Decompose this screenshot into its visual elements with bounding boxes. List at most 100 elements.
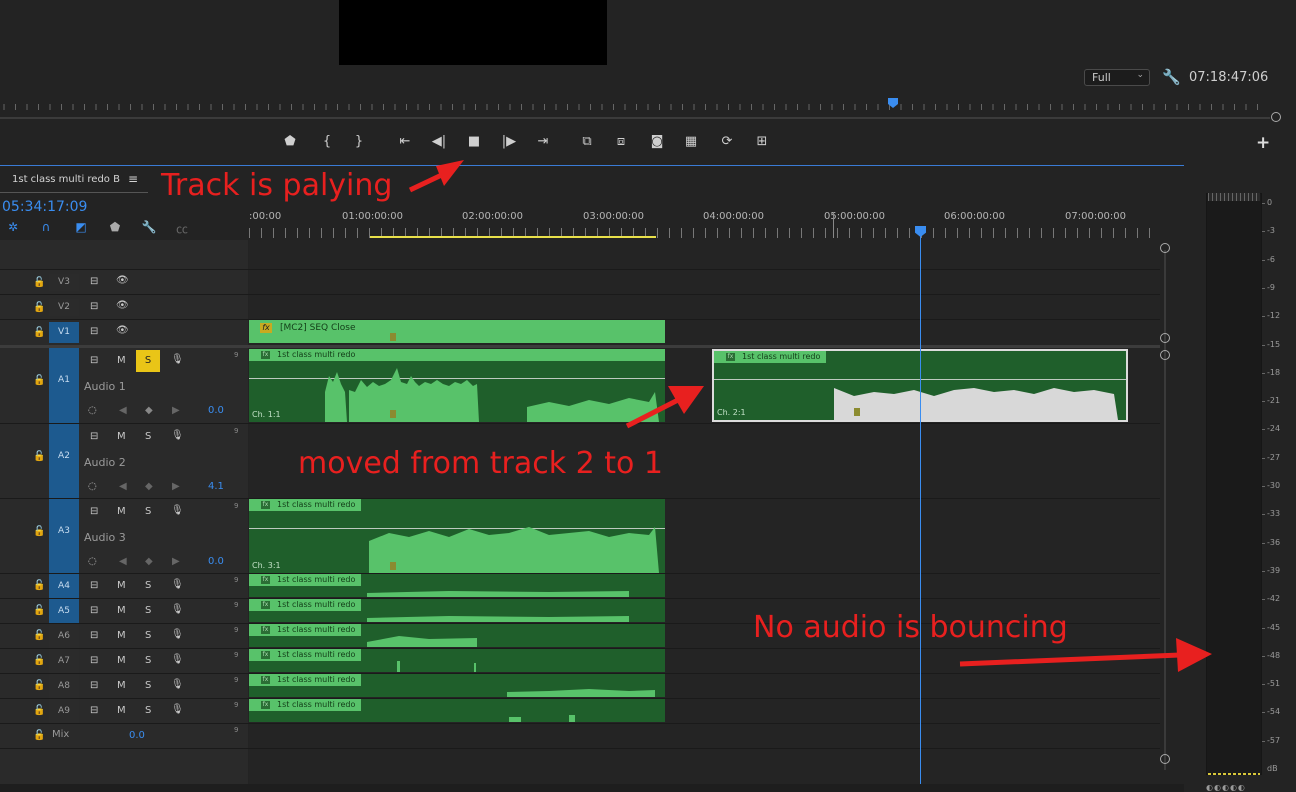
volume-knob-icon[interactable]: ◌ xyxy=(88,481,97,492)
snap-magnet-icon[interactable]: ∩ xyxy=(38,220,54,234)
mute-button[interactable]: M xyxy=(117,506,126,517)
lock-icon[interactable]: 🔓 xyxy=(33,655,45,666)
mute-button[interactable]: M xyxy=(117,630,126,641)
audio-clip-a6[interactable]: 1st class multi redo fx xyxy=(249,624,665,647)
monitor-time-ruler[interactable] xyxy=(0,98,1270,112)
solo-button[interactable]: S xyxy=(145,680,151,691)
microphone-icon[interactable]: 🎙 xyxy=(171,354,184,365)
lock-icon[interactable]: 🔓 xyxy=(33,705,45,716)
captions-icon[interactable]: ㏄ xyxy=(174,220,190,237)
audio-clip-a4[interactable]: 1st class multi redo fx xyxy=(249,574,665,597)
lock-icon[interactable]: 🔓 xyxy=(33,277,45,288)
track-target-a6[interactable]: A6 xyxy=(49,624,79,648)
audio-clip-a1-left[interactable]: 1st class multi redo fx Ch. 1:1 xyxy=(249,349,665,422)
track-target-v1[interactable]: V1 xyxy=(49,322,79,343)
loop-icon[interactable]: ⟳ xyxy=(717,132,737,152)
vertical-scrollbar[interactable] xyxy=(1160,240,1170,785)
linked-selection-icon[interactable]: ◩ xyxy=(73,220,89,234)
track-target-a1[interactable]: A1 xyxy=(49,348,79,423)
work-area-bar[interactable] xyxy=(370,236,656,238)
track-target-a4[interactable]: A4 xyxy=(49,574,79,598)
marker-icon[interactable]: ⬟ xyxy=(280,132,300,152)
stop-icon[interactable]: ■ xyxy=(464,132,484,152)
lock-icon[interactable]: 🔓 xyxy=(33,680,45,691)
microphone-icon[interactable]: 🎙 xyxy=(171,604,184,615)
microphone-icon[interactable]: 🎙 xyxy=(171,505,184,516)
overwrite-icon[interactable]: ⧈ xyxy=(611,132,631,152)
scroll-handle-video-bottom[interactable] xyxy=(1160,333,1170,343)
nest-icon[interactable]: ✲ xyxy=(5,220,21,234)
sync-lock-icon[interactable]: ⊟ xyxy=(90,655,98,666)
lock-icon[interactable]: 🔓 xyxy=(33,630,45,641)
camera-icon[interactable]: ◙ xyxy=(647,132,667,152)
eye-icon[interactable]: 👁 xyxy=(116,275,129,286)
add-button[interactable]: + xyxy=(1256,133,1270,153)
wrench-icon[interactable]: 🔧 xyxy=(141,220,157,234)
keyframe-icon[interactable]: ◆ xyxy=(145,481,153,492)
safe-margins-icon[interactable]: ⊞ xyxy=(752,132,772,152)
lock-icon[interactable]: 🔓 xyxy=(33,730,45,741)
mute-button[interactable]: M xyxy=(117,680,126,691)
microphone-icon[interactable]: 🎙 xyxy=(171,579,184,590)
audio-clip-a5[interactable]: 1st class multi redo fx xyxy=(249,599,665,622)
audio-clip-a3[interactable]: 1st class multi redo fx Ch. 3:1 xyxy=(249,499,665,573)
track-target-a2[interactable]: A2 xyxy=(49,424,79,498)
lock-icon[interactable]: 🔓 xyxy=(33,580,45,591)
audio-clip-a8[interactable]: 1st class multi redo fx xyxy=(249,674,665,697)
step-back-icon[interactable]: ◀| xyxy=(429,132,449,152)
volume-value[interactable]: 0.0 xyxy=(208,556,224,567)
eye-icon[interactable]: 👁 xyxy=(116,325,129,336)
track-target-a9[interactable]: A9 xyxy=(49,699,79,723)
solo-button[interactable]: S xyxy=(145,705,151,716)
zoom-level-select[interactable]: Full ⌄ xyxy=(1084,69,1150,86)
solo-button[interactable]: S xyxy=(136,350,160,372)
meter-solo-buttons[interactable]: ◐◐◐◐◐ xyxy=(1206,783,1256,792)
sync-lock-icon[interactable]: ⊟ xyxy=(90,580,98,591)
track-target-a5[interactable]: A5 xyxy=(49,599,79,623)
monitor-zoom-handle[interactable] xyxy=(1271,112,1281,122)
step-forward-icon[interactable]: |▶ xyxy=(499,132,519,152)
microphone-icon[interactable]: 🎙 xyxy=(171,430,184,441)
scroll-handle-audio-top[interactable] xyxy=(1160,350,1170,360)
microphone-icon[interactable]: 🎙 xyxy=(171,654,184,665)
keyframe-icon[interactable]: ◆ xyxy=(145,405,153,416)
volume-knob-icon[interactable]: ◌ xyxy=(88,556,97,567)
track-target-a8[interactable]: A8 xyxy=(49,674,79,698)
go-to-out-icon[interactable]: ⇥ xyxy=(533,132,553,152)
mix-value[interactable]: 0.0 xyxy=(129,730,145,741)
volume-value[interactable]: 0.0 xyxy=(208,405,224,416)
microphone-icon[interactable]: 🎙 xyxy=(171,679,184,690)
track-target-v2[interactable]: V2 xyxy=(49,299,79,316)
in-point-icon[interactable]: { xyxy=(317,132,337,152)
sync-lock-icon[interactable]: ⊟ xyxy=(90,506,98,517)
sync-lock-icon[interactable]: ⊟ xyxy=(90,326,98,337)
sync-lock-icon[interactable]: ⊟ xyxy=(90,705,98,716)
track-target-v3[interactable]: V3 xyxy=(49,274,79,291)
video-clip[interactable]: fx [MC2] SEQ Close xyxy=(249,320,665,343)
mute-button[interactable]: M xyxy=(117,580,126,591)
lock-icon[interactable]: 🔓 xyxy=(33,302,45,313)
track-target-a3[interactable]: A3 xyxy=(49,499,79,573)
lock-icon[interactable]: 🔓 xyxy=(33,375,45,386)
sync-lock-icon[interactable]: ⊟ xyxy=(90,680,98,691)
mute-button[interactable]: M xyxy=(117,655,126,666)
prev-keyframe-icon[interactable]: ◀ xyxy=(119,556,127,567)
microphone-icon[interactable]: 🎙 xyxy=(171,704,184,715)
mute-button[interactable]: M xyxy=(117,705,126,716)
lock-icon[interactable]: 🔓 xyxy=(33,451,45,462)
peak-indicator[interactable] xyxy=(1208,193,1260,201)
next-keyframe-icon[interactable]: ▶ xyxy=(172,405,180,416)
volume-knob-icon[interactable]: ◌ xyxy=(88,405,97,416)
insert-icon[interactable]: ⧉ xyxy=(577,132,597,152)
add-marker-icon[interactable]: ⬟ xyxy=(107,220,123,234)
monitor-timecode[interactable]: 07:18:47:06 xyxy=(1189,70,1268,85)
keyframe-icon[interactable]: ◆ xyxy=(145,556,153,567)
sync-lock-icon[interactable]: ⊟ xyxy=(90,630,98,641)
sequence-menu-icon[interactable]: ≡ xyxy=(128,172,138,186)
next-keyframe-icon[interactable]: ▶ xyxy=(172,556,180,567)
scroll-handle-bottom[interactable] xyxy=(1160,754,1170,764)
wrench-icon[interactable]: 🔧 xyxy=(1162,68,1181,86)
multicam-icon[interactable]: ▦ xyxy=(681,132,701,152)
solo-button[interactable]: S xyxy=(145,580,151,591)
lock-icon[interactable]: 🔓 xyxy=(33,327,45,338)
